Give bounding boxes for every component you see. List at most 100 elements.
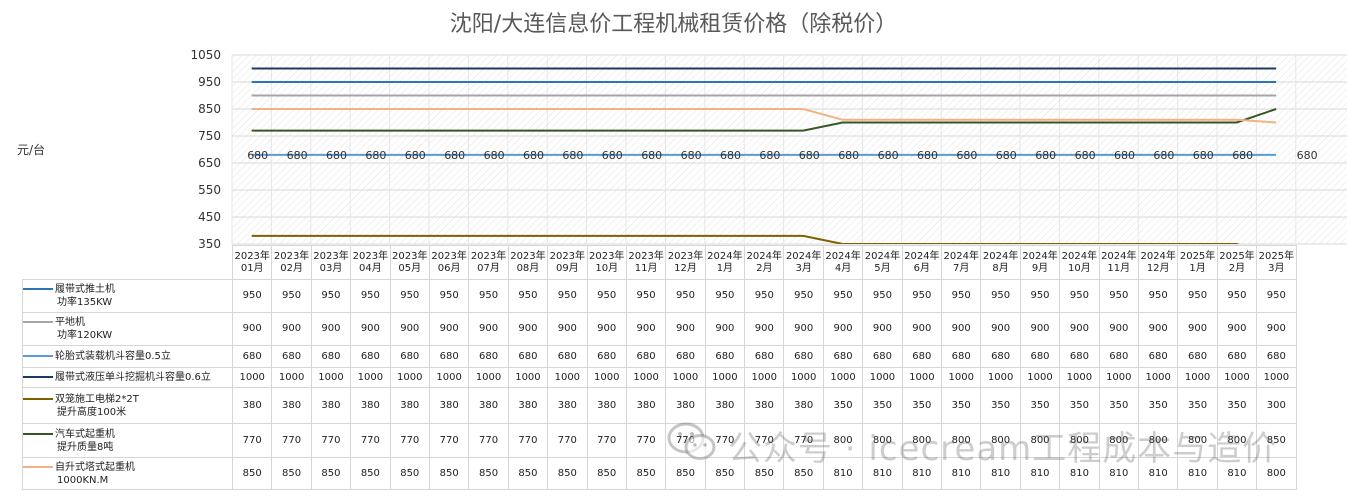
table-cell: 350 [1137, 387, 1179, 424]
data-label: 680 [602, 149, 623, 162]
x-tick-label-line: 7月 [953, 262, 970, 274]
table-cell: 1000 [1059, 367, 1100, 388]
x-tick-label: 2023年 12月 [665, 245, 706, 280]
table-cell: 1000 [1019, 367, 1061, 388]
table-cell: 950 [428, 279, 470, 313]
table-cell: 350 [1059, 387, 1100, 424]
y-tick-label: 450 [198, 210, 221, 224]
legend-swatch [23, 397, 53, 400]
table-cell: 1000 [1256, 367, 1297, 388]
table-cell: 770 [468, 423, 509, 458]
table-cell: 900 [507, 312, 549, 346]
table-cell: 1000 [586, 367, 627, 388]
table-cell: 1000 [822, 367, 864, 388]
x-tick-label: 2024年 9月 [1019, 245, 1061, 280]
x-tick-label: 2024年 1月 [704, 245, 746, 280]
table-cell: 900 [783, 312, 824, 346]
table-cell: 380 [586, 387, 627, 424]
table-cell: 350 [901, 387, 943, 424]
data-label: 680 [1297, 149, 1318, 162]
table-cell: 770 [428, 423, 470, 458]
table-cell: 1000 [350, 367, 391, 388]
table-cell: 950 [1177, 279, 1218, 313]
x-tick-label: 2025年 1月 [1177, 245, 1218, 280]
table-cell: 680 [625, 345, 667, 368]
table-cell: 900 [941, 312, 982, 346]
table-cell: 1000 [980, 367, 1021, 388]
y-tick-label: 850 [198, 102, 221, 116]
table-row: 平地机 功率120KW 900 900 900 900 900 900 900 900 900 900… [22, 312, 1297, 346]
table-cell: 850 [350, 457, 391, 490]
table-row: 履带式推土机 功率135KW 950 950 950 950 950 950 950 950 950… [22, 279, 1297, 313]
wechat-icon [667, 422, 716, 460]
table-cell: 850 [389, 457, 430, 490]
table-cell: 900 [822, 312, 864, 346]
y-tick-label: 650 [198, 156, 221, 170]
y-tick-label: 1050 [190, 48, 221, 62]
x-tick-label-line: 2024年 [1101, 250, 1137, 262]
table-cell: 680 [586, 345, 627, 368]
table-cell: 380 [665, 387, 706, 424]
x-tick-label-line: 2024年 [904, 250, 940, 262]
table-cell: 680 [1256, 345, 1297, 368]
table-cell: 1000 [507, 367, 549, 388]
table-cell: 1000 [941, 367, 982, 388]
table-cell: 850 [271, 457, 312, 490]
data-label: 680 [365, 149, 386, 162]
table-cell: 680 [428, 345, 470, 368]
data-label: 680 [1153, 149, 1174, 162]
x-tick-label-line: 2024年 [707, 250, 743, 262]
table-cell: 900 [704, 312, 746, 346]
table-cell: 380 [744, 387, 785, 424]
legend-series-subtitle: 提升高度100米 [57, 406, 127, 418]
table-cell: 680 [389, 345, 430, 368]
table-cell: 900 [980, 312, 1021, 346]
x-tick-label: 2023年 02月 [271, 245, 312, 280]
table-cell: 850 [625, 457, 667, 490]
table-cell: 680 [980, 345, 1021, 368]
legend-series-name: 汽车式起重机 [55, 428, 115, 440]
data-label: 680 [484, 149, 505, 162]
table-cell: 1000 [704, 367, 746, 388]
table-cell: 770 [310, 423, 352, 458]
table-cell: 1000 [625, 367, 667, 388]
table-cell: 680 [1216, 345, 1258, 368]
data-label: 680 [1232, 149, 1253, 162]
x-tick-label: 2025年 2月 [1216, 245, 1258, 280]
x-tick-label-line: 3月 [1268, 262, 1285, 274]
table-cell: 850 [428, 457, 470, 490]
data-label: 680 [1114, 149, 1135, 162]
table-cell: 950 [310, 279, 352, 313]
x-tick-label-line: 2023年 [667, 250, 704, 262]
x-tick-label-line: 07月 [477, 262, 500, 274]
table-cell: 900 [428, 312, 470, 346]
table-cell: 950 [1059, 279, 1100, 313]
table-cell: 680 [507, 345, 549, 368]
table-cell: 950 [507, 279, 549, 313]
y-tick-label: 750 [198, 129, 221, 143]
x-tick-label: 2024年 6月 [901, 245, 943, 280]
table-cell: 680 [665, 345, 706, 368]
x-tick-label-line: 2023年 [431, 250, 467, 262]
table-cell: 770 [586, 423, 627, 458]
legend-swatch [23, 465, 53, 468]
legend-entry: 履带式推土机 功率135KW [22, 279, 233, 313]
data-label: 680 [956, 149, 977, 162]
table-cell: 680 [547, 345, 588, 368]
table-cell: 1000 [231, 367, 273, 388]
x-tick-label-line: 2023年 [352, 250, 389, 262]
data-label: 680 [523, 149, 544, 162]
table-corner [23, 246, 233, 280]
x-tick-label-line: 2023年 [628, 250, 664, 262]
table-cell: 1000 [862, 367, 903, 388]
legend-swatch [23, 432, 53, 435]
table-cell: 350 [822, 387, 864, 424]
table-cell: 380 [704, 387, 746, 424]
table-cell: 680 [783, 345, 824, 368]
x-tick-label-line: 12月 [1146, 262, 1170, 274]
table-cell: 680 [901, 345, 943, 368]
table-cell: 380 [350, 387, 391, 424]
data-label: 680 [405, 149, 426, 162]
table-cell: 1000 [1098, 367, 1139, 388]
data-label: 680 [681, 149, 702, 162]
